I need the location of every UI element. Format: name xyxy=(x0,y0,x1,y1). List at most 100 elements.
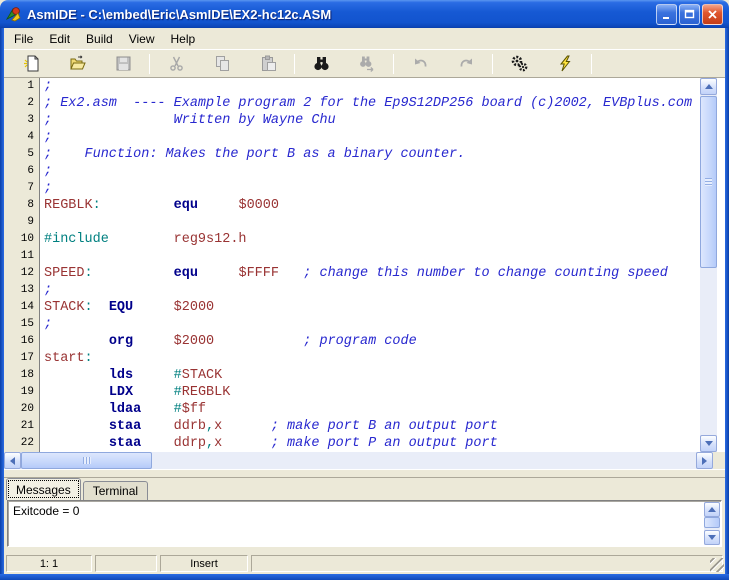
paste-button xyxy=(245,52,291,76)
code-line: 12 SPEED: equ $FFFF ; change this number … xyxy=(4,265,725,282)
insert-mode-panel: Insert xyxy=(160,555,248,572)
code-line: 10 #include reg9s12.h xyxy=(4,231,725,248)
line-number: 7 xyxy=(4,180,40,197)
line-number: 10 xyxy=(4,231,40,248)
lightning-icon xyxy=(557,55,574,72)
scroll-down-button[interactable] xyxy=(700,435,717,452)
menu-build[interactable]: Build xyxy=(78,30,121,48)
scroll-right-button[interactable] xyxy=(696,452,713,469)
tab-messages[interactable]: Messages xyxy=(6,478,81,500)
cursor-position-panel: 1: 1 xyxy=(6,555,92,572)
cut-icon xyxy=(168,55,185,72)
line-number: 19 xyxy=(4,384,40,401)
download-button[interactable] xyxy=(542,52,588,76)
new-icon xyxy=(23,55,40,72)
close-button[interactable] xyxy=(702,3,723,25)
code-line: 18 lds #STACK xyxy=(4,367,725,384)
maximize-icon xyxy=(684,9,695,18)
code-line: 21 staa ddrb,x ; make port B an output p… xyxy=(4,418,725,435)
code-editor[interactable]: 1; 2; Ex2.asm ---- Example program 2 for … xyxy=(4,78,725,452)
code-line: 16 org $2000 ; program code xyxy=(4,333,725,350)
code-line: 9 xyxy=(4,214,725,231)
code-line: 4; xyxy=(4,129,725,146)
new-file-button[interactable] xyxy=(8,52,54,76)
line-number: 13 xyxy=(4,282,40,299)
asmide-window: AsmIDE - C:\embed\Eric\AsmIDE\EX2-hc12c.… xyxy=(0,0,729,580)
menu-view[interactable]: View xyxy=(121,30,163,48)
open-file-button[interactable] xyxy=(54,52,100,76)
messages-vscrollbar[interactable] xyxy=(704,502,720,545)
save-file-button xyxy=(100,52,146,76)
code-line: 22 staa ddrp,x ; make port P an output p… xyxy=(4,435,725,452)
maximize-button[interactable] xyxy=(679,3,700,25)
menu-edit[interactable]: Edit xyxy=(41,30,78,48)
messages-scroll-up-button[interactable] xyxy=(704,502,720,517)
editor-hscrollbar[interactable] xyxy=(4,452,713,469)
minimize-button[interactable] xyxy=(656,3,677,25)
code-line: 2; Ex2.asm ---- Example program 2 for th… xyxy=(4,95,725,112)
line-number: 6 xyxy=(4,163,40,180)
line-number: 8 xyxy=(4,197,40,214)
line-number: 2 xyxy=(4,95,40,112)
scroll-left-button[interactable] xyxy=(4,452,21,469)
editor-vscroll-thumb[interactable] xyxy=(700,96,717,268)
status-panel-4 xyxy=(251,555,723,572)
editor-vscrollbar[interactable] xyxy=(700,78,717,452)
paste-icon xyxy=(260,55,277,72)
menu-bar: File Edit Build View Help xyxy=(4,28,725,49)
line-number: 14 xyxy=(4,299,40,316)
close-icon xyxy=(708,9,717,19)
code-line: 8 REGBLK: equ $0000 xyxy=(4,197,725,214)
up-arrow-icon xyxy=(704,84,713,89)
scroll-up-button[interactable] xyxy=(700,78,717,95)
toolbar xyxy=(4,49,725,78)
code-lines: 1; 2; Ex2.asm ---- Example program 2 for … xyxy=(4,78,725,452)
status-bar: 1: 1 Insert xyxy=(4,553,725,574)
undo-button xyxy=(397,52,443,76)
line-number: 9 xyxy=(4,214,40,231)
find-icon xyxy=(313,55,330,72)
menu-file[interactable]: File xyxy=(6,30,41,48)
code-line: 6; xyxy=(4,163,725,180)
messages-scroll-down-button[interactable] xyxy=(704,530,720,545)
editor-hscroll-thumb[interactable] xyxy=(21,452,152,469)
title-bar[interactable]: AsmIDE - C:\embed\Eric\AsmIDE\EX2-hc12c.… xyxy=(0,0,729,28)
app-icon xyxy=(6,7,21,22)
client-area: File Edit Build View Help 1; 2; Ex2.asm -… xyxy=(4,28,725,574)
line-number: 17 xyxy=(4,350,40,367)
code-line: 17 start: xyxy=(4,350,725,367)
line-number: 20 xyxy=(4,401,40,418)
output-tabs: Messages Terminal xyxy=(4,478,725,500)
line-number: 4 xyxy=(4,129,40,146)
assemble-button[interactable] xyxy=(496,52,542,76)
line-number: 21 xyxy=(4,418,40,435)
tab-messages-label: Messages xyxy=(16,482,71,497)
toolbar-separator xyxy=(591,53,592,74)
undo-icon xyxy=(412,55,429,72)
code-line: 3; Written by Wayne Chu xyxy=(4,112,725,129)
code-line: 5; Function: Makes the port B as a binar… xyxy=(4,146,725,163)
code-line: 14 STACK: EQU $2000 xyxy=(4,299,725,316)
copy-button xyxy=(199,52,245,76)
window-title: AsmIDE - C:\embed\Eric\AsmIDE\EX2-hc12c.… xyxy=(27,6,332,22)
messages-panel[interactable]: Exitcode = 0 xyxy=(7,500,722,547)
menu-help[interactable]: Help xyxy=(163,30,204,48)
find-button[interactable] xyxy=(298,52,344,76)
line-number: 1 xyxy=(4,78,40,95)
redo-button xyxy=(443,52,489,76)
tab-terminal[interactable]: Terminal xyxy=(82,481,149,500)
toolbar-separator xyxy=(294,53,295,74)
code-line: 1; xyxy=(4,78,725,95)
down-arrow-icon xyxy=(708,535,716,540)
findnext-icon xyxy=(359,55,376,72)
line-number: 11 xyxy=(4,248,40,265)
right-arrow-icon xyxy=(702,456,707,465)
redo-icon xyxy=(458,55,475,72)
resize-grip[interactable] xyxy=(710,558,724,572)
line-number: 16 xyxy=(4,333,40,350)
line-number: 3 xyxy=(4,112,40,129)
splitter-handle[interactable] xyxy=(4,469,725,478)
code-line: 15; xyxy=(4,316,725,333)
cut-button xyxy=(153,52,199,76)
messages-vscroll-thumb[interactable] xyxy=(704,517,720,528)
